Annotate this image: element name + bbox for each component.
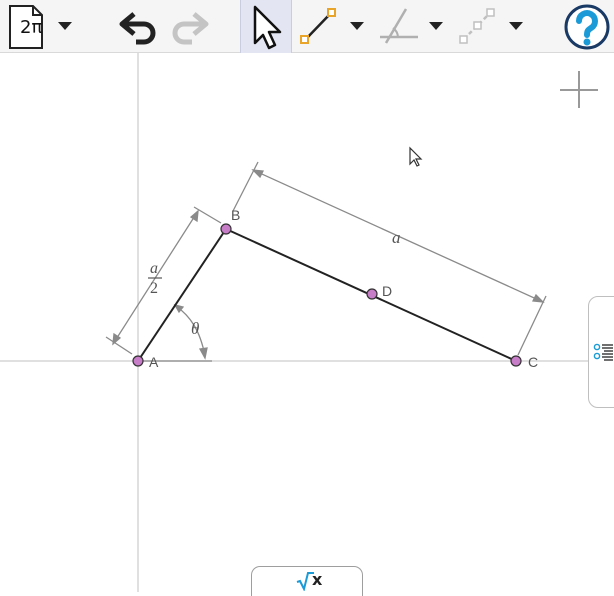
file-chevron-down-icon[interactable] [57,20,73,32]
input-bar-label: x [312,570,323,589]
length-a-label: a [392,228,401,247]
zoom-plus-icon[interactable] [560,71,598,108]
undo-button[interactable] [112,0,164,53]
file-button-label: 2π [20,17,43,38]
segment-chevron-down-icon[interactable] [349,20,365,32]
move-tool-button[interactable] [240,0,292,53]
undo-arrow-icon [119,12,156,45]
angle-icon [380,8,418,44]
dimension-a [232,161,547,356]
redo-arrow-icon [172,12,209,45]
redo-button[interactable] [164,0,216,53]
point-a-label: A [149,354,159,370]
half-a-denominator: 2 [150,280,158,297]
point-a[interactable] [132,355,144,367]
cursor-arrow-icon [253,5,282,50]
transform-tool-button[interactable] [454,0,504,53]
transform-chevron-down-icon[interactable] [508,20,524,32]
angle-chevron-down-icon[interactable] [428,20,444,32]
angle-theta-label: θ [191,319,199,338]
angle-tool-button[interactable] [372,0,422,53]
point-b-label: B [231,207,240,223]
file-button[interactable]: 2π [4,0,56,53]
algebra-view-tab[interactable] [588,296,614,408]
help-button[interactable] [560,0,614,53]
point-d[interactable] [366,288,378,300]
dimension-half-a [105,206,222,355]
graphics-canvas[interactable]: A B C D a a 2 θ [0,53,614,592]
point-d-label: D [382,283,392,299]
half-a-numerator: a [150,260,158,277]
mouse-pointer-icon [409,146,423,167]
segment-tool-button[interactable] [296,0,344,53]
point-b[interactable] [220,223,232,235]
question-mark-icon [564,4,610,50]
toolbar: 2π [0,0,614,53]
point-c-label: C [528,354,538,370]
angle-theta-marker [138,303,212,362]
point-c[interactable] [510,355,522,367]
algebra-view-icon [593,343,613,361]
segment-icon [300,8,336,44]
dashed-segment-icon [459,8,495,44]
